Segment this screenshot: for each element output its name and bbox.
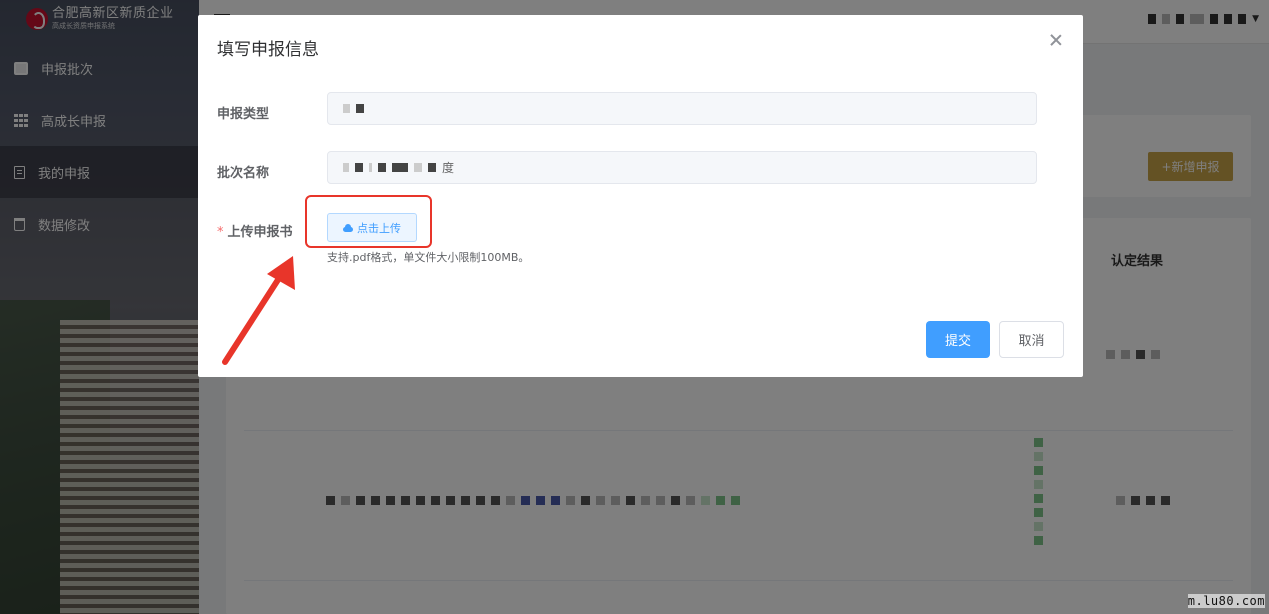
- type-value-blurred: [343, 104, 364, 113]
- type-field: [327, 92, 1037, 125]
- submit-button[interactable]: 提交: [926, 321, 990, 358]
- batch-field: 度: [327, 151, 1037, 184]
- application-dialog: 填写申报信息 申报类型 批次名称 度 * 上传申报书 点击上传 支持.pdf格式，…: [198, 15, 1083, 377]
- cancel-button[interactable]: 取消: [999, 321, 1064, 358]
- type-label: 申报类型: [217, 107, 270, 122]
- upload-hint: 支持.pdf格式，单文件大小限制100MB。: [327, 251, 530, 264]
- batch-label: 批次名称: [217, 166, 270, 181]
- upload-label: * 上传申报书: [217, 225, 293, 240]
- cloud-upload-icon: [343, 223, 353, 232]
- close-icon[interactable]: [1049, 33, 1063, 47]
- dialog-title: 填写申报信息: [217, 40, 319, 60]
- watermark: m.lu80.com: [1187, 594, 1265, 608]
- required-asterisk: *: [217, 225, 224, 240]
- upload-button[interactable]: 点击上传: [327, 213, 417, 242]
- batch-value-blurred: 度: [343, 159, 454, 176]
